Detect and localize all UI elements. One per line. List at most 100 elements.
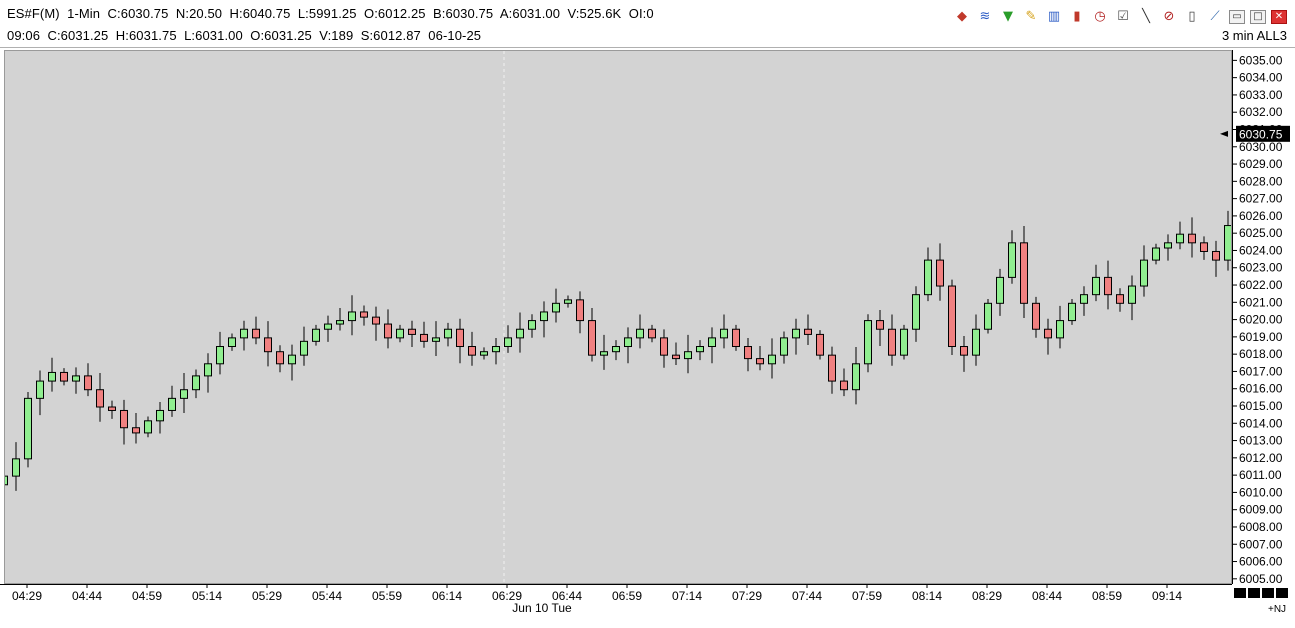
candle <box>132 413 140 444</box>
price-tick-label: 6010.00 <box>1239 485 1283 499</box>
price-tick-label: 6012.00 <box>1239 451 1283 465</box>
candle <box>948 279 956 355</box>
candle <box>552 288 560 323</box>
price-tick-label: 6009.00 <box>1239 503 1283 517</box>
candle <box>1164 234 1172 261</box>
candle-body <box>576 299 584 322</box>
time-tick-label: 06:14 <box>432 589 462 603</box>
candle <box>720 314 728 349</box>
price-tick-label: 6015.00 <box>1239 399 1283 413</box>
candle <box>972 314 980 366</box>
candle <box>828 346 836 394</box>
candle <box>840 368 848 397</box>
candle-body <box>564 299 572 304</box>
candle <box>960 335 968 372</box>
candle-body <box>396 328 404 339</box>
candle-body <box>132 427 140 434</box>
no-symbol-icon[interactable]: ⊘ <box>1160 8 1178 26</box>
interval-label[interactable]: 3 min ALL3 <box>1222 28 1287 43</box>
candle <box>996 268 1004 316</box>
candle <box>192 369 200 399</box>
last-price-label: 6030.75 <box>1239 127 1283 141</box>
candle-body <box>1080 294 1088 304</box>
close-button[interactable]: ✕ <box>1271 10 1287 24</box>
candle <box>60 368 68 386</box>
candle <box>768 338 776 379</box>
candle <box>696 340 704 361</box>
bar-chart-icon[interactable]: ▥ <box>1045 8 1063 26</box>
candle-body <box>624 337 632 348</box>
line-tool-icon[interactable]: ╲ <box>1137 8 1155 26</box>
candle <box>888 314 896 366</box>
candle-body <box>24 397 32 460</box>
time-tick-label: 07:59 <box>852 589 882 603</box>
restore-button[interactable]: □ <box>1250 10 1266 24</box>
candle <box>468 331 476 366</box>
corner-controls[interactable] <box>1234 588 1288 598</box>
candle <box>444 322 452 347</box>
candle-body <box>948 285 956 348</box>
candle <box>180 372 188 414</box>
candle <box>168 385 176 417</box>
candle-body <box>1068 302 1076 322</box>
candle <box>144 416 152 438</box>
price-tick-label: 6005.00 <box>1239 572 1283 586</box>
candle-body <box>1140 259 1148 287</box>
price-tick-label: 6021.00 <box>1239 295 1283 309</box>
candle-body <box>432 337 440 342</box>
candle <box>564 295 572 308</box>
candle <box>108 400 116 419</box>
time-axis[interactable]: Jun 10 Tue 04:29 04:44 04:59 05:14 05:29 05:4… <box>0 584 1232 623</box>
clock-icon[interactable]: ◷ <box>1091 8 1109 26</box>
corner-box[interactable] <box>1262 588 1274 598</box>
candle-body <box>720 328 728 339</box>
candle-body <box>792 328 800 339</box>
candle-body <box>468 346 476 356</box>
price-tick-label: 6006.00 <box>1239 555 1283 569</box>
price-tick-label: 6027.00 <box>1239 192 1283 206</box>
candle <box>36 370 44 416</box>
quote-summary: ES#F(M) 1-Min C:6030.75 N:20.50 H:6040.7… <box>7 6 654 21</box>
candle-icon[interactable]: ▮ <box>1068 8 1086 26</box>
candlestick-chart[interactable] <box>5 51 1232 584</box>
candle-body <box>252 328 260 339</box>
candle-body <box>840 380 848 391</box>
price-tick-label: 6034.00 <box>1239 71 1283 85</box>
checklist-icon[interactable]: ☑ <box>1114 8 1132 26</box>
candle-body <box>336 320 344 325</box>
corner-box[interactable] <box>1248 588 1260 598</box>
rainbow-icon[interactable]: ≋ <box>976 8 994 26</box>
pencil-icon[interactable]: ✎ <box>1022 8 1040 26</box>
candle-body <box>960 346 968 356</box>
objects-icon[interactable]: ◆ <box>953 8 971 26</box>
price-tick-label: 6017.00 <box>1239 364 1283 378</box>
candle-body <box>600 351 608 356</box>
candle-body <box>756 358 764 365</box>
price-tick-label: 6023.00 <box>1239 261 1283 275</box>
candle-body <box>1116 294 1124 304</box>
candle <box>84 363 92 397</box>
trash-icon[interactable]: ▯ <box>1183 8 1201 26</box>
chart-plot-area[interactable] <box>4 50 1232 584</box>
candle <box>5 475 8 486</box>
candle <box>384 309 392 349</box>
candle-body <box>672 354 680 360</box>
minimize-button[interactable]: ▭ <box>1229 10 1245 24</box>
candle-body <box>1164 242 1172 249</box>
candle-body <box>204 363 212 377</box>
price-axis[interactable]: 6005.00 6006.00 6007.00 6008.00 6009.00 6010.… <box>1220 50 1295 586</box>
filter-icon[interactable]: ▼ <box>999 8 1017 26</box>
pin-icon[interactable]: ⟋ <box>1206 8 1224 26</box>
candle <box>876 310 884 346</box>
candle <box>216 331 224 375</box>
corner-box[interactable] <box>1234 588 1246 598</box>
candle-body <box>588 320 596 356</box>
candle-body <box>804 328 812 335</box>
nj-label: +NJ <box>1268 604 1287 615</box>
corner-box[interactable] <box>1276 588 1288 598</box>
time-tick-label: 05:14 <box>192 589 222 603</box>
time-tick-label: 07:14 <box>672 589 702 603</box>
candle <box>732 324 740 351</box>
time-tick-label: 08:44 <box>1032 589 1062 603</box>
candle-body <box>852 363 860 391</box>
